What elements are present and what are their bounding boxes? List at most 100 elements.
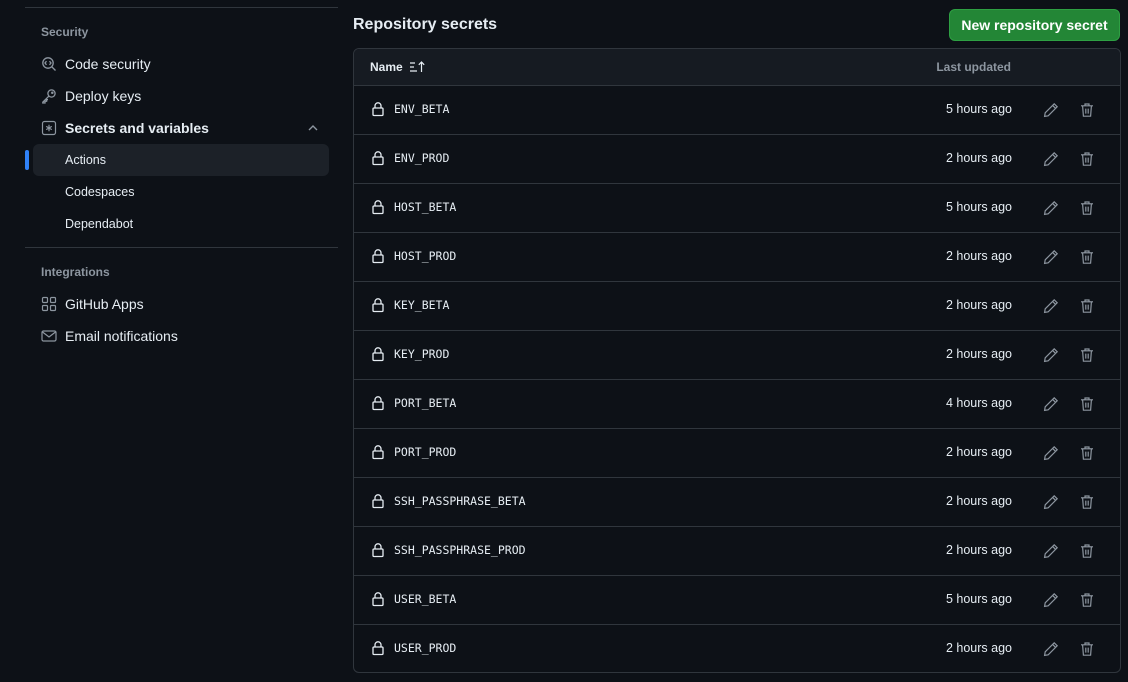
- last-updated-column-header: Last updated: [936, 60, 1011, 74]
- lock-icon-shape: [372, 592, 384, 607]
- sidebar-item-code-security[interactable]: Code security: [33, 50, 329, 78]
- sidebar-item-label: Code security: [65, 56, 151, 72]
- integrations-heading: Integrations: [41, 265, 110, 279]
- table-row: ENV_BETA 5 hours ago: [354, 86, 1120, 135]
- table-row: PORT_PROD 2 hours ago: [354, 429, 1120, 478]
- trash-icon: [1079, 445, 1095, 461]
- sidebar-divider: [25, 247, 338, 248]
- sidebar-subitem-actions[interactable]: Actions: [25, 144, 329, 176]
- table-row: HOST_BETA 5 hours ago: [354, 184, 1120, 233]
- pencil-icon: [1043, 347, 1059, 363]
- secret-last-updated: 2 hours ago: [945, 543, 1012, 557]
- table-row: SSH_PASSPHRASE_PROD 2 hours ago: [354, 527, 1120, 576]
- sidebar-subitem-dependabot[interactable]: Dependabot: [33, 208, 329, 240]
- sidebar-item-github-apps[interactable]: GitHub Apps: [33, 290, 329, 318]
- table-header: Name Last updated: [354, 49, 1120, 86]
- secret-name: HOST_BETA: [394, 200, 457, 214]
- delete-secret-button[interactable]: [1076, 148, 1098, 170]
- sidebar-subitem-label: Codespaces: [65, 185, 135, 199]
- settings-page: Security Code security Deploy keys Secre…: [0, 0, 1128, 682]
- edit-secret-button[interactable]: [1040, 344, 1062, 366]
- table-row: HOST_PROD 2 hours ago: [354, 233, 1120, 282]
- sidebar-subitem-label: Dependabot: [65, 217, 134, 231]
- name-column-header[interactable]: Name: [370, 60, 427, 74]
- lock-icon-shape: [372, 641, 384, 656]
- sidebar-item-secrets-and-variables[interactable]: Secrets and variables: [33, 114, 329, 142]
- pencil-icon: [1043, 641, 1059, 657]
- edit-secret-button[interactable]: [1040, 540, 1062, 562]
- secret-last-updated: 2 hours ago: [945, 298, 1012, 312]
- trash-icon: [1079, 151, 1095, 167]
- lock-icon-shape: [372, 200, 384, 215]
- active-indicator: [25, 150, 29, 170]
- delete-secret-button[interactable]: [1076, 246, 1098, 268]
- lock-icon-shape: [372, 494, 384, 509]
- trash-icon: [1079, 200, 1095, 216]
- sidebar-item-email-notifications[interactable]: Email notifications: [33, 322, 329, 350]
- edit-secret-button[interactable]: [1040, 246, 1062, 268]
- delete-secret-button[interactable]: [1076, 344, 1098, 366]
- table-row: PORT_BETA 4 hours ago: [354, 380, 1120, 429]
- codescan-icon: [41, 56, 57, 72]
- delete-secret-button[interactable]: [1076, 295, 1098, 317]
- secret-last-updated: 5 hours ago: [945, 200, 1012, 214]
- table-row: USER_BETA 5 hours ago: [354, 576, 1120, 625]
- lock-icon-shape: [372, 347, 384, 362]
- delete-secret-button[interactable]: [1076, 540, 1098, 562]
- edit-secret-button[interactable]: [1040, 197, 1062, 219]
- sidebar-item-label: Email notifications: [65, 328, 178, 344]
- edit-secret-button[interactable]: [1040, 638, 1062, 660]
- pencil-icon: [1043, 151, 1059, 167]
- secret-last-updated: 4 hours ago: [945, 396, 1012, 410]
- name-column-label: Name: [370, 60, 403, 74]
- edit-secret-button[interactable]: [1040, 393, 1062, 415]
- table-row: KEY_PROD 2 hours ago: [354, 331, 1120, 380]
- secret-last-updated: 2 hours ago: [945, 494, 1012, 508]
- trash-icon: [1079, 494, 1095, 510]
- edit-secret-button[interactable]: [1040, 491, 1062, 513]
- trash-icon: [1079, 102, 1095, 118]
- edit-secret-button[interactable]: [1040, 99, 1062, 121]
- table-body: ENV_BETA 5 hours ago ENV_PROD 2 hours ago HO…: [354, 86, 1120, 672]
- sidebar-item-deploy-keys[interactable]: Deploy keys: [33, 82, 329, 110]
- delete-secret-button[interactable]: [1076, 393, 1098, 415]
- secret-name: PORT_BETA: [394, 396, 457, 410]
- new-repository-secret-button[interactable]: New repository secret: [949, 9, 1120, 41]
- secret-name: PORT_PROD: [394, 445, 457, 459]
- trash-icon: [1079, 641, 1095, 657]
- secret-name: SSH_PASSPHRASE_BETA: [394, 494, 526, 508]
- lock-icon-shape: [372, 445, 384, 460]
- delete-secret-button[interactable]: [1076, 197, 1098, 219]
- delete-secret-button[interactable]: [1076, 491, 1098, 513]
- table-row: KEY_BETA 2 hours ago: [354, 282, 1120, 331]
- sidebar-subitem-codespaces[interactable]: Codespaces: [33, 176, 329, 208]
- asterisk-icon: [41, 120, 57, 136]
- delete-secret-button[interactable]: [1076, 589, 1098, 611]
- delete-secret-button[interactable]: [1076, 638, 1098, 660]
- secret-name: USER_BETA: [394, 592, 457, 606]
- pencil-icon: [1043, 200, 1059, 216]
- sidebar-subitem-label: Actions: [65, 153, 106, 167]
- secret-name: ENV_PROD: [394, 151, 450, 165]
- delete-secret-button[interactable]: [1076, 99, 1098, 121]
- secret-name: ENV_BETA: [394, 102, 450, 116]
- secrets-table: Name Last updated ENV_BETA 5 hours ago ENV…: [353, 48, 1121, 673]
- secret-last-updated: 5 hours ago: [945, 102, 1012, 116]
- pencil-icon: [1043, 592, 1059, 608]
- edit-secret-button[interactable]: [1040, 442, 1062, 464]
- edit-secret-button[interactable]: [1040, 295, 1062, 317]
- secret-last-updated: 2 hours ago: [945, 151, 1012, 165]
- secret-name: USER_PROD: [394, 641, 457, 655]
- page-title: Repository secrets: [353, 16, 498, 33]
- sidebar-item-label: Secrets and variables: [65, 120, 209, 136]
- sidebar-item-label: GitHub Apps: [65, 296, 144, 312]
- edit-secret-button[interactable]: [1040, 589, 1062, 611]
- apps-icon: [41, 296, 57, 312]
- secret-last-updated: 5 hours ago: [945, 592, 1012, 606]
- delete-secret-button[interactable]: [1076, 442, 1098, 464]
- pencil-icon: [1043, 298, 1059, 314]
- edit-secret-button[interactable]: [1040, 148, 1062, 170]
- secret-last-updated: 2 hours ago: [945, 641, 1012, 655]
- key-icon: [41, 88, 57, 104]
- chevron-up-icon[interactable]: [305, 120, 321, 136]
